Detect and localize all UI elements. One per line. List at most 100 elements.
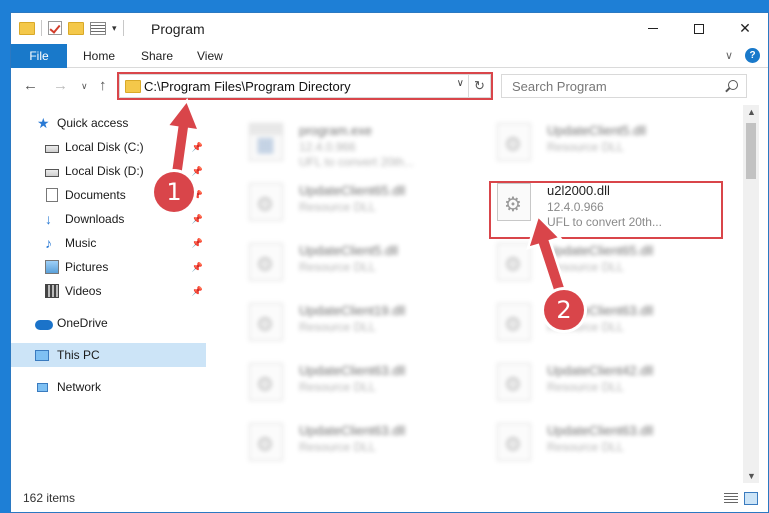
help-icon[interactable]: ? [745, 48, 760, 63]
sidebar-item-music[interactable]: ♪ Music 📌 [11, 231, 206, 255]
onedrive-icon [35, 319, 53, 330]
drive-icon [45, 144, 59, 153]
file-item[interactable]: UpdateClient42.dll Resource DLL [485, 353, 725, 409]
sidebar-item-pictures[interactable]: Pictures 📌 [11, 255, 206, 279]
properties-check-icon[interactable] [48, 21, 62, 35]
file-item[interactable]: UpdateClient63.dll Resource DLL [485, 413, 725, 469]
pin-icon[interactable]: 📌 [192, 286, 203, 297]
file-item[interactable]: UpdateClient63.dll Resource DLL [237, 353, 477, 409]
large-icons-view-icon[interactable] [744, 492, 758, 505]
music-icon: ♪ [45, 235, 52, 251]
file-description: Resource DLL [299, 380, 376, 394]
details-view-icon[interactable] [724, 493, 738, 504]
explorer-window: ▾ Program ✕ File Home Share View ∨ ? ← →… [10, 12, 769, 513]
maximize-button[interactable] [676, 13, 722, 44]
new-folder-icon[interactable] [68, 21, 84, 35]
file-description: Resource DLL [547, 440, 624, 454]
dll-file-icon [497, 423, 531, 461]
sidebar-item-videos[interactable]: Videos 📌 [11, 279, 206, 303]
file-description: Resource DLL [547, 140, 624, 154]
file-description: UFL to convert 20th... [299, 155, 414, 169]
file-version: 12.4.0.966 [299, 140, 356, 154]
sidebar-item-label: Local Disk (D:) [65, 164, 144, 178]
expand-ribbon-icon[interactable]: ∨ [725, 49, 733, 62]
sidebar-item-onedrive[interactable]: OneDrive [11, 311, 206, 335]
pc-icon [35, 349, 49, 361]
title-bar: ▾ Program ✕ [11, 13, 768, 44]
pin-icon[interactable]: 📌 [192, 214, 203, 225]
file-item[interactable]: UpdateClient5.dll Resource DLL [485, 113, 725, 169]
dll-file-icon [249, 303, 283, 341]
file-name: UpdateClient5.dll [299, 243, 399, 258]
tab-file[interactable]: File [11, 44, 67, 68]
file-description: Resource DLL [299, 440, 376, 454]
star-icon: ★ [37, 115, 50, 131]
close-button[interactable]: ✕ [722, 13, 768, 44]
navigation-bar: ← → ∨ ↑ C:\Program Files\Program Directo… [11, 69, 768, 103]
scroll-up-icon[interactable]: ▲ [747, 107, 756, 117]
back-button[interactable]: ← [23, 77, 38, 94]
up-button[interactable]: ↑ [99, 77, 107, 94]
toolbar-divider [122, 20, 124, 36]
file-name: UpdateClient19.dll [299, 303, 406, 318]
pictures-icon [45, 260, 59, 274]
file-description: Resource DLL [547, 380, 624, 394]
network-icon [37, 382, 48, 392]
recent-locations-icon[interactable]: ∨ [81, 81, 88, 92]
file-description: Resource DLL [299, 200, 376, 214]
pin-icon[interactable]: 📌 [192, 262, 203, 273]
search-placeholder: Search Program [512, 79, 607, 94]
sidebar-item-label: OneDrive [57, 316, 108, 330]
videos-icon [45, 284, 59, 298]
properties-icon[interactable] [90, 21, 106, 35]
drive-icon [45, 168, 59, 177]
documents-icon [46, 188, 58, 202]
file-name: UpdateClient63.dll [299, 363, 406, 378]
scrollbar-thumb[interactable] [746, 123, 756, 179]
file-name: UpdateClient63.dll [547, 423, 654, 438]
exe-file-icon [249, 123, 283, 161]
vertical-scrollbar[interactable]: ▲ ▼ [743, 105, 759, 483]
dll-file-icon [249, 183, 283, 221]
file-name: UpdateClient63.dll [299, 423, 406, 438]
scroll-down-icon[interactable]: ▼ [747, 471, 756, 481]
step-badge-2: 2 [544, 290, 584, 330]
file-name: UpdateClient5.dll [547, 123, 647, 138]
file-item[interactable]: UpdateClient5.dll Resource DLL [237, 233, 477, 289]
tab-view[interactable]: View [183, 44, 237, 68]
dll-file-icon [497, 123, 531, 161]
sidebar-item-label: Music [65, 236, 97, 250]
status-bar: 162 items [11, 483, 768, 512]
folder-icon[interactable] [19, 21, 35, 35]
step-badge-1: 1 [154, 172, 194, 212]
tab-share[interactable]: Share [127, 44, 187, 68]
sidebar-item-label: Videos [65, 284, 102, 298]
sidebar-item-label: Quick access [57, 116, 129, 130]
quick-access-toolbar: ▾ [19, 20, 124, 36]
search-input[interactable]: Search Program [501, 74, 747, 98]
maximize-icon [694, 23, 704, 34]
sidebar-item-this-pc[interactable]: This PC [11, 343, 206, 367]
minimize-icon [648, 28, 658, 29]
file-description: Resource DLL [299, 260, 376, 274]
file-name: UpdateClient42.dll [547, 363, 654, 378]
downloads-icon: ↓ [45, 211, 52, 227]
file-item[interactable]: UpdateClient63.dll Resource DLL [237, 413, 477, 469]
sidebar-item-label: Local Disk (C:) [65, 140, 144, 154]
forward-button[interactable]: → [53, 77, 68, 94]
customize-toolbar-icon[interactable]: ▾ [112, 23, 117, 34]
dll-file-icon [249, 423, 283, 461]
sidebar-item-label: Documents [65, 188, 126, 202]
tab-home[interactable]: Home [69, 44, 129, 68]
file-item[interactable]: UpdateClient19.dll Resource DLL [237, 293, 477, 349]
dll-file-icon [497, 363, 531, 401]
minimize-button[interactable] [630, 13, 676, 44]
file-item[interactable]: UpdateClient65.dll Resource DLL [237, 173, 477, 229]
sidebar-item-label: Pictures [65, 260, 109, 274]
file-item[interactable]: program.exe 12.4.0.966 UFL to convert 20… [237, 113, 477, 169]
pin-icon[interactable]: 📌 [192, 238, 203, 249]
sidebar-item-network[interactable]: Network [11, 375, 206, 399]
file-name: UpdateClient65.dll [299, 183, 406, 198]
window-title: Program [151, 21, 205, 37]
search-icon[interactable] [728, 80, 738, 90]
